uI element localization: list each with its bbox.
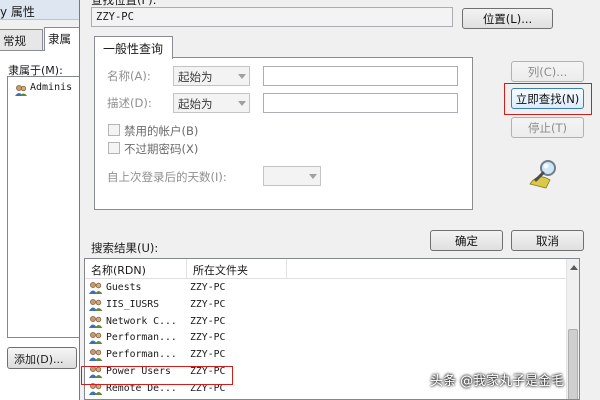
table-row[interactable]: Performan... ZZY-PC	[85, 330, 568, 347]
result-name: IIS_IUSRS	[106, 298, 160, 310]
days-since-logon-label: 自上次登录后的天数(I):	[107, 170, 227, 184]
disabled-accounts-checkbox[interactable]	[108, 124, 120, 136]
result-name: Performan...	[106, 349, 177, 361]
result-folder: ZZY-PC	[190, 282, 226, 293]
description-label: 描述(D):	[107, 96, 152, 110]
properties-title-bar: y 属性	[0, 0, 84, 20]
result-name: Guests	[106, 282, 142, 293]
columns-button[interactable]: 列(C)...	[511, 61, 584, 82]
tab-general[interactable]: 常规	[0, 29, 43, 50]
watermark: 头条 @我家丸子是金毛	[430, 374, 565, 389]
table-row[interactable]: Network C... ZZY-PC	[85, 314, 568, 331]
table-row[interactable]: Guests ZZY-PC	[85, 280, 568, 297]
scrollbar-thumb[interactable]	[568, 329, 578, 399]
name-label: 名称(A):	[107, 69, 151, 83]
days-since-logon-select[interactable]	[263, 166, 321, 186]
scroll-up-icon[interactable]	[570, 265, 578, 270]
properties-window: y 属性 常规 隶属 隶属于(M): Adminis 添加(D)...	[0, 0, 84, 400]
results-header: 名称(RDN) 所在文件夹	[85, 259, 568, 279]
tab-common-queries[interactable]: 一般性查询	[94, 36, 173, 59]
group-icon	[88, 281, 104, 298]
member-list-item[interactable]: Adminis	[15, 82, 73, 96]
stop-button[interactable]: 停止(T)	[511, 117, 584, 138]
group-icon	[14, 84, 28, 100]
search-results-label: 搜索结果(U):	[91, 241, 159, 255]
description-input[interactable]	[263, 93, 458, 113]
ok-button[interactable]: 确定	[430, 230, 503, 251]
column-header-folder[interactable]: 所在文件夹	[187, 259, 287, 279]
group-icon	[88, 315, 104, 332]
common-queries-panel: 名称(A): 起始为 描述(D): 起始为 禁用的帐户(B) 不过期密码(X) …	[94, 57, 473, 210]
column-header-name[interactable]: 名称(RDN)	[85, 259, 187, 279]
result-folder: ZZY-PC	[190, 315, 226, 327]
member-list-item-label: Adminis	[30, 82, 73, 93]
result-folder: ZZY-PC	[190, 349, 226, 361]
member-of-list[interactable]: Adminis	[7, 76, 84, 338]
chevron-down-icon	[238, 101, 246, 106]
tab-member-of[interactable]: 隶属	[44, 27, 84, 51]
table-row[interactable]: IIS_IUSRS ZZY-PC	[85, 297, 568, 314]
name-mode-value: 起始为	[178, 70, 213, 84]
description-mode-value: 起始为	[178, 97, 213, 111]
table-row[interactable]: Performan... ZZY-PC	[85, 347, 568, 364]
non-expiring-password-checkbox[interactable]	[108, 142, 120, 154]
chevron-down-icon	[238, 74, 246, 79]
properties-title: y 属性	[0, 5, 35, 19]
disabled-accounts-label: 禁用的帐户(B)	[124, 124, 199, 138]
find-now-button[interactable]: 立即查找(N)	[511, 88, 584, 109]
name-input[interactable]	[263, 66, 458, 86]
result-folder: ZZY-PC	[190, 298, 226, 310]
results-scrollbar[interactable]	[566, 259, 579, 399]
result-name: Network C...	[106, 315, 177, 327]
result-name: Performan...	[106, 332, 177, 344]
group-icon	[88, 331, 104, 348]
location-field: ZZY-PC	[91, 7, 453, 27]
description-mode-select[interactable]: 起始为	[173, 93, 250, 113]
add-button[interactable]: 添加(D)...	[7, 347, 77, 369]
non-expiring-password-label: 不过期密码(X)	[124, 142, 199, 156]
group-icon	[88, 298, 104, 315]
power-users-highlight	[81, 366, 233, 385]
cancel-button[interactable]: 取消	[511, 230, 584, 251]
result-folder: ZZY-PC	[190, 332, 226, 344]
chevron-down-icon	[309, 174, 317, 179]
name-mode-select[interactable]: 起始为	[173, 66, 250, 86]
location-button[interactable]: 位置(L)...	[462, 8, 553, 29]
group-icon	[88, 348, 104, 365]
search-magnifier-icon	[528, 158, 560, 193]
select-groups-dialog: 查找位置(F): ZZY-PC 位置(L)... 一般性查询 名称(A): 起始…	[79, 0, 600, 400]
